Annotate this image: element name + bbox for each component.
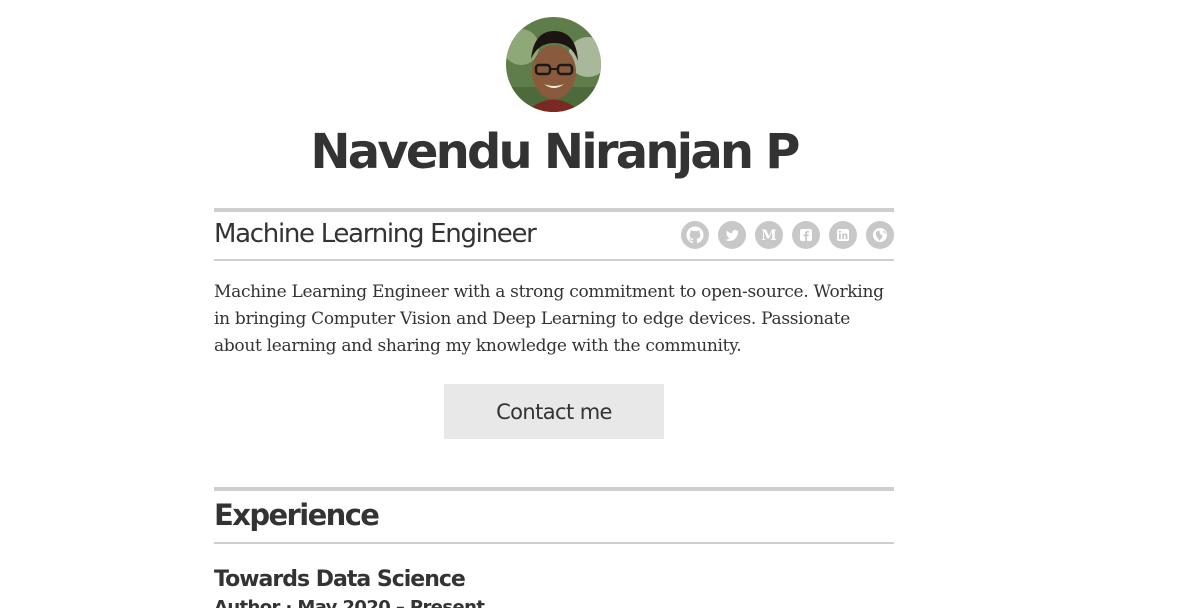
facebook-link[interactable] — [792, 221, 820, 249]
globe-icon — [867, 222, 893, 248]
profile-name: Navendu Niranjan P — [310, 124, 800, 180]
avatar — [506, 17, 601, 112]
github-link[interactable] — [681, 221, 709, 249]
job-title: Machine Learning Engineer — [214, 219, 537, 249]
divider-bottom — [214, 259, 894, 261]
svg-text:M: M — [761, 228, 777, 244]
facebook-icon — [793, 222, 819, 248]
contact-button[interactable]: Contact me — [444, 384, 664, 439]
github-icon — [682, 222, 708, 248]
experience-heading: Experience — [214, 498, 380, 532]
avatar-photo — [506, 17, 601, 112]
medium-icon: M — [756, 222, 782, 248]
linkedin-icon — [830, 222, 856, 248]
social-links: M — [681, 221, 894, 249]
twitter-icon — [719, 222, 745, 248]
divider-top — [214, 208, 894, 212]
title-row: Machine Learning Engineer M — [214, 208, 894, 261]
profile-bio: Machine Learning Engineer with a strong … — [214, 282, 884, 356]
linkedin-link[interactable] — [829, 221, 857, 249]
divider-top — [214, 487, 894, 491]
medium-link[interactable]: M — [755, 221, 783, 249]
divider-bottom — [214, 542, 894, 544]
experience-role: Author · May 2020 – Present — [214, 597, 485, 608]
experience-company: Towards Data Science — [214, 567, 466, 592]
website-link[interactable] — [866, 221, 894, 249]
experience-section-header: Experience — [214, 487, 894, 544]
twitter-link[interactable] — [718, 221, 746, 249]
